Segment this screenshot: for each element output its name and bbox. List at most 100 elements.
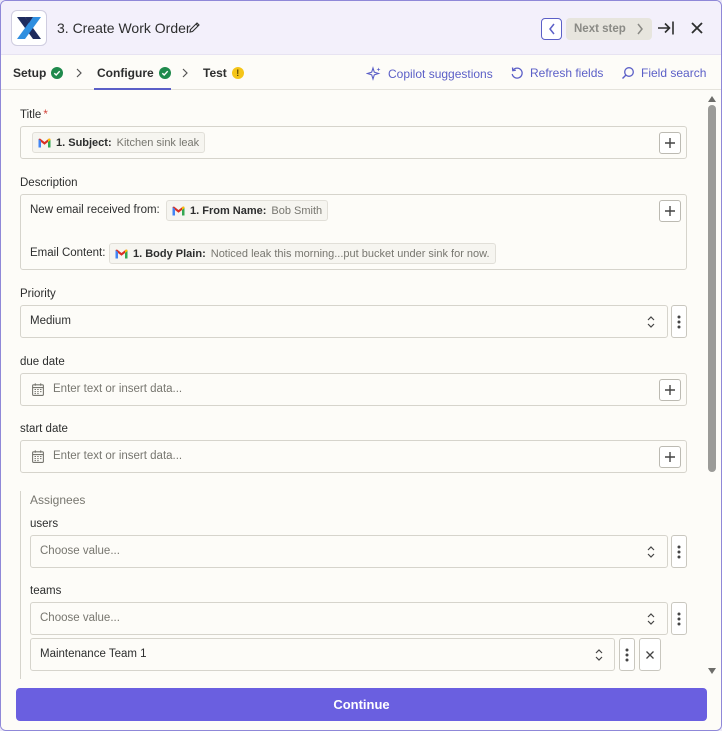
description-field[interactable]: New email received from: 1. From Name: B… xyxy=(20,194,687,270)
tab-configure[interactable]: Configure xyxy=(97,66,171,80)
tab-setup-label: Setup xyxy=(13,66,47,80)
pill-value: Bob Smith xyxy=(271,204,323,217)
title-field[interactable]: 1. Subject: Kitchen sink leak xyxy=(20,126,687,159)
field-search-label: Field search xyxy=(641,66,707,80)
form-scroll-area[interactable]: Title * 1. Subject: Kitchen sink leak Des… xyxy=(1,91,721,679)
gmail-icon xyxy=(115,249,128,258)
skip-to-end-icon[interactable] xyxy=(657,20,675,39)
insert-data-button[interactable] xyxy=(659,379,681,401)
refresh-fields-label: Refresh fields xyxy=(530,66,604,80)
step-editor-panel: 3. Create Work Order Next step Setup Con… xyxy=(0,0,722,731)
scroll-down-arrow-icon[interactable] xyxy=(708,668,716,674)
start-date-label: start date xyxy=(20,423,68,435)
data-pill[interactable]: 1. Subject: Kitchen sink leak xyxy=(32,132,206,153)
title-label-text: Title xyxy=(20,109,42,121)
field-options-button[interactable] xyxy=(671,535,687,568)
chevron-right-icon xyxy=(637,23,643,35)
next-step-label: Next step xyxy=(574,23,626,35)
users-select[interactable]: Choose value... xyxy=(30,535,668,568)
plus-icon xyxy=(665,206,675,216)
field-options-button[interactable] xyxy=(671,305,687,338)
priority-value: Medium xyxy=(30,315,71,327)
gmail-icon xyxy=(172,206,185,215)
pill-value: Kitchen sink leak xyxy=(116,136,200,149)
chevron-right-icon xyxy=(182,68,188,78)
chevron-up-down-icon xyxy=(647,546,655,558)
tab-test-label: Test xyxy=(203,66,227,80)
required-mark: * xyxy=(43,109,48,121)
more-vertical-icon xyxy=(677,315,681,328)
tab-test[interactable]: Test ! xyxy=(203,66,244,80)
description-line2-text: Email Content: xyxy=(30,247,106,259)
gmail-icon xyxy=(38,138,51,147)
refresh-fields-link[interactable]: Refresh fields xyxy=(510,66,603,80)
due-date-label: due date xyxy=(20,356,65,368)
check-circle-icon xyxy=(51,67,64,79)
copilot-suggestions-label: Copilot suggestions xyxy=(388,67,493,81)
chevron-up-down-icon xyxy=(647,316,655,328)
more-vertical-icon xyxy=(625,648,629,661)
plus-icon xyxy=(665,138,675,148)
description-line1-text: New email received from: xyxy=(30,204,160,216)
pill-value: Noticed leak this morning...put bucket u… xyxy=(210,247,490,260)
sparkle-icon xyxy=(366,66,381,81)
scroll-up-arrow-icon[interactable] xyxy=(708,96,716,102)
calendar-icon xyxy=(32,383,44,396)
scrollbar-thumb[interactable] xyxy=(708,105,716,472)
tab-setup[interactable]: Setup xyxy=(13,66,64,80)
refresh-icon xyxy=(511,67,523,79)
next-step-button[interactable]: Next step xyxy=(566,18,652,40)
start-date-field[interactable]: Enter text or insert data... xyxy=(20,440,687,473)
app-logo-icon xyxy=(11,10,47,46)
panel-header: 3. Create Work Order Next step xyxy=(1,1,721,55)
chevron-right-icon xyxy=(76,68,82,78)
more-vertical-icon xyxy=(677,545,681,558)
chevron-up-down-icon xyxy=(647,613,655,625)
due-date-placeholder: Enter text or insert data... xyxy=(53,383,183,395)
insert-data-button[interactable] xyxy=(659,446,681,468)
field-options-button[interactable] xyxy=(671,602,687,635)
copilot-suggestions-link[interactable]: Copilot suggestions xyxy=(366,66,493,82)
plus-icon xyxy=(665,385,675,395)
more-vertical-icon xyxy=(677,612,681,625)
due-date-field[interactable]: Enter text or insert data... xyxy=(20,373,687,406)
item-options-button[interactable] xyxy=(619,638,635,671)
assignees-group-title: Assignees xyxy=(30,493,86,507)
active-tab-indicator xyxy=(94,88,171,90)
pill-key: 1. Body Plain: xyxy=(133,247,206,260)
users-label: users xyxy=(30,518,59,530)
step-tabs: Setup Configure Test ! Copilot suggestio… xyxy=(1,56,721,90)
step-title: 3. Create Work Order xyxy=(57,20,191,36)
search-icon xyxy=(622,67,634,79)
check-circle-icon xyxy=(158,67,171,79)
priority-select[interactable]: Medium xyxy=(20,305,668,338)
assignees-group-border xyxy=(20,491,21,679)
field-search-link[interactable]: Field search xyxy=(621,66,706,80)
panel-footer: Continue xyxy=(1,680,721,730)
chevron-up-down-icon xyxy=(595,649,603,661)
insert-data-button[interactable] xyxy=(659,200,681,222)
priority-label: Priority xyxy=(20,288,56,300)
teams-label: teams xyxy=(30,585,62,597)
warning-icon: ! xyxy=(231,67,244,79)
team-item-select[interactable]: Maintenance Team 1 xyxy=(30,638,615,671)
teams-placeholder: Choose value... xyxy=(40,612,120,624)
continue-button[interactable]: Continue xyxy=(16,688,707,721)
data-pill[interactable]: 1. Body Plain: Noticed leak this morning… xyxy=(109,243,496,264)
users-placeholder: Choose value... xyxy=(40,545,120,557)
pencil-icon[interactable] xyxy=(188,21,202,35)
remove-item-button[interactable] xyxy=(639,638,661,671)
data-pill[interactable]: 1. From Name: Bob Smith xyxy=(166,200,329,221)
calendar-icon xyxy=(32,450,44,463)
title-label: Title * xyxy=(20,109,48,121)
pill-key: 1. Subject: xyxy=(56,136,112,149)
description-label: Description xyxy=(20,177,78,189)
close-icon[interactable] xyxy=(689,20,705,39)
start-date-placeholder: Enter text or insert data... xyxy=(53,450,183,462)
previous-step-button[interactable] xyxy=(541,18,562,40)
close-icon xyxy=(646,650,654,659)
teams-select[interactable]: Choose value... xyxy=(30,602,668,635)
pill-key: 1. From Name: xyxy=(190,204,267,217)
insert-data-button[interactable] xyxy=(659,132,681,154)
tab-configure-label: Configure xyxy=(97,66,154,80)
